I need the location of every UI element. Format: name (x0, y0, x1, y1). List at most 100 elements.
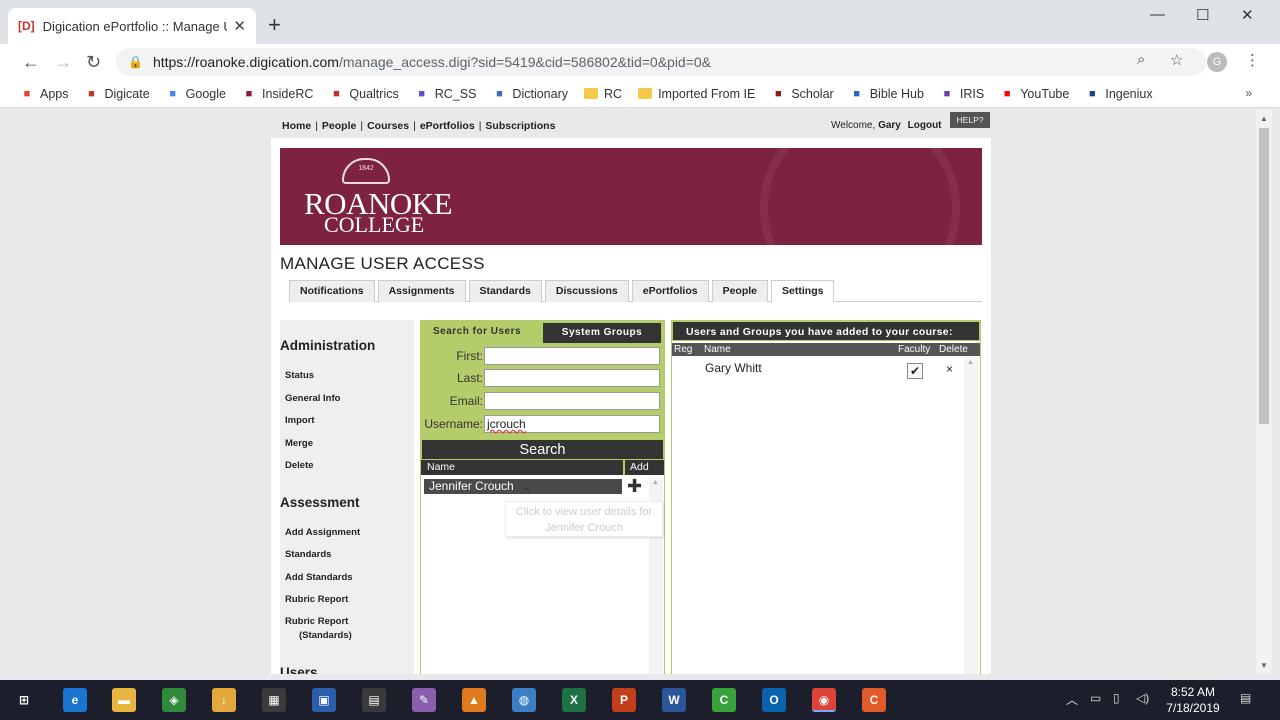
added-user-name[interactable]: Gary Whitt (705, 361, 762, 375)
username-input[interactable]: jcrouch (484, 415, 660, 433)
camtasia-icon[interactable]: C (712, 688, 736, 712)
more-bookmarks-icon[interactable]: » (1245, 86, 1252, 100)
browser-tab[interactable]: [D] Digication ePortfolio :: Manage U ✕ (8, 8, 256, 44)
bookmark-digicate[interactable]: ■ Digicate (85, 87, 150, 101)
calculator-icon[interactable]: ▦ (262, 688, 286, 712)
bookmark-rc-ss[interactable]: ■ RC_SS (415, 87, 476, 101)
tab-eportfolios[interactable]: ePortfolios (631, 280, 709, 302)
nav-link-eportfolios[interactable]: ePortfolios (420, 120, 475, 132)
sidebar-item-rubric-report-standards-sub[interactable]: (Standards) (280, 630, 352, 641)
windows-start-icon[interactable]: ⊞ (12, 688, 36, 712)
nav-link-subscriptions[interactable]: Subscriptions (485, 120, 555, 132)
sidebar-item-rubric-report-standards[interactable]: Rubric Report (280, 616, 348, 627)
new-tab-icon[interactable]: + (268, 12, 281, 38)
chrome-icon[interactable]: ◉ (812, 688, 836, 712)
powerpoint-icon[interactable]: P (612, 688, 636, 712)
search-button[interactable]: Search (421, 439, 664, 460)
paint-icon[interactable]: ✎ (412, 688, 436, 712)
globe-icon[interactable]: ◍ (512, 688, 536, 712)
zoom-search-icon[interactable]: ⌕ (1137, 51, 1145, 68)
menu-kebab-icon[interactable]: ⋮ (1245, 51, 1260, 69)
page-scrollbar[interactable]: ▲ ▼ (1256, 110, 1272, 674)
faculty-checkbox[interactable]: ✔ (907, 363, 923, 379)
bookmark-youtube[interactable]: ■ YouTube (1000, 87, 1069, 101)
sidebar-item-add-standards[interactable]: Add Standards (280, 572, 353, 583)
scroll-up-icon[interactable]: ▲ (1260, 114, 1268, 123)
reload-icon[interactable]: ↻ (86, 52, 101, 73)
bookmark-label: Bible Hub (869, 86, 924, 101)
tab-notifications[interactable]: Notifications (289, 280, 375, 302)
sidebar-item-delete[interactable]: Delete (280, 460, 314, 471)
profile-avatar[interactable]: G (1207, 52, 1227, 72)
back-icon[interactable]: ← (22, 52, 40, 73)
last-name-input[interactable] (484, 369, 660, 387)
tab-standards[interactable]: Standards (468, 280, 542, 302)
remote-desktop-icon[interactable]: ▣ (312, 688, 336, 712)
nav-link-courses[interactable]: Courses (367, 120, 409, 132)
bookmark-bible-hub[interactable]: ■ Bible Hub (850, 87, 924, 101)
scroll-down-icon[interactable]: ▼ (1260, 661, 1268, 670)
tab-search-for-users[interactable]: Search for Users (433, 326, 521, 337)
close-tab-icon[interactable]: ✕ (233, 17, 246, 35)
close-window-icon[interactable]: ✕ (1241, 6, 1254, 24)
edge-icon[interactable]: e (63, 688, 87, 712)
tool-icon[interactable]: ▲ (462, 688, 486, 712)
add-user-plus-icon[interactable]: ✚ (627, 477, 642, 495)
notifications-icon[interactable]: ▤ (1240, 691, 1251, 705)
bookmark-imported-from-ie[interactable]: Imported From IE (638, 87, 755, 101)
camtasia-recorder-icon[interactable]: C (862, 688, 886, 712)
tray-chevron-icon[interactable]: ︿ (1066, 691, 1078, 708)
bookmark-star-icon[interactable]: ☆ (1170, 51, 1183, 69)
sidebar-item-rubric-report[interactable]: Rubric Report (280, 594, 348, 605)
scroll-up-icon[interactable]: ▲ (652, 479, 659, 486)
help-button[interactable]: HELP? (950, 112, 990, 128)
bookmark-dictionary[interactable]: ■ Dictionary (492, 87, 568, 101)
bookmark-ingeniux[interactable]: ■ Ingeniux (1085, 87, 1153, 101)
network-icon[interactable]: ▯ (1113, 691, 1120, 705)
file-download-icon[interactable]: ↓ (212, 688, 236, 712)
bookmark-insiderc[interactable]: ■ InsideRC (242, 87, 314, 101)
scroll-up-icon[interactable]: ▲ (967, 359, 974, 366)
first-name-input[interactable] (484, 347, 660, 365)
maximize-icon[interactable]: ☐ (1196, 6, 1209, 24)
store-icon[interactable]: ▤ (362, 688, 386, 712)
excel-icon[interactable]: X (562, 688, 586, 712)
delete-user-icon[interactable]: × (946, 362, 953, 376)
bookmarks-bar: ■ Apps ■ Digicate ■ Google ■ InsideRC ■ Qualtrics… (0, 80, 1280, 108)
results-header: Name Add (421, 460, 664, 475)
tab-discussions[interactable]: Discussions (544, 280, 629, 302)
sidebar-item-general-info[interactable]: General Info (280, 393, 340, 404)
battery-icon[interactable]: ▭ (1090, 691, 1101, 705)
sidebar-item-status[interactable]: Status (280, 370, 314, 381)
scroll-thumb[interactable] (1259, 128, 1269, 424)
sidebar-item-merge[interactable]: Merge (280, 438, 313, 449)
tab-assignments[interactable]: Assignments (377, 280, 466, 302)
tab-system-groups[interactable]: System Groups (543, 323, 661, 343)
bookmark-scholar[interactable]: ■ Scholar (771, 87, 834, 101)
bookmark-apps[interactable]: ■ Apps (20, 87, 69, 101)
minimize-icon[interactable]: — (1150, 6, 1165, 23)
forward-icon[interactable]: → (54, 52, 72, 73)
sidebar-item-import[interactable]: Import (280, 415, 315, 426)
nav-link-people[interactable]: People (322, 120, 356, 132)
bookmark-rc[interactable]: RC (584, 87, 622, 101)
tab-people[interactable]: People (711, 280, 769, 302)
email-input[interactable] (484, 392, 660, 410)
bookmark-google[interactable]: ■ Google (166, 87, 226, 101)
sidebar-item-standards[interactable]: Standards (280, 549, 331, 560)
bookmark-iris[interactable]: ■ IRIS (940, 87, 985, 101)
tab-settings[interactable]: Settings (771, 280, 835, 302)
volume-icon[interactable]: ◁) (1136, 691, 1149, 705)
sidebar-item-add-assignment[interactable]: Add Assignment (280, 527, 360, 538)
taskbar-clock[interactable]: 8:52 AM 7/18/2019 (1158, 684, 1228, 716)
logout-link[interactable]: Logout (908, 120, 942, 131)
bookmark-qualtrics[interactable]: ■ Qualtrics (329, 87, 399, 101)
url-input[interactable]: 🔒 https://roanoke.digication.com/manage_… (116, 48, 1206, 76)
green-app-icon[interactable]: ◈ (162, 688, 186, 712)
file-explorer-icon[interactable]: ▬ (112, 688, 136, 712)
outlook-icon[interactable]: O (762, 688, 786, 712)
google-icon: ■ (169, 87, 176, 100)
nav-link-home[interactable]: Home (282, 120, 311, 132)
added-users-scrollbar[interactable]: ▲ (964, 357, 978, 674)
word-icon[interactable]: W (662, 688, 686, 712)
